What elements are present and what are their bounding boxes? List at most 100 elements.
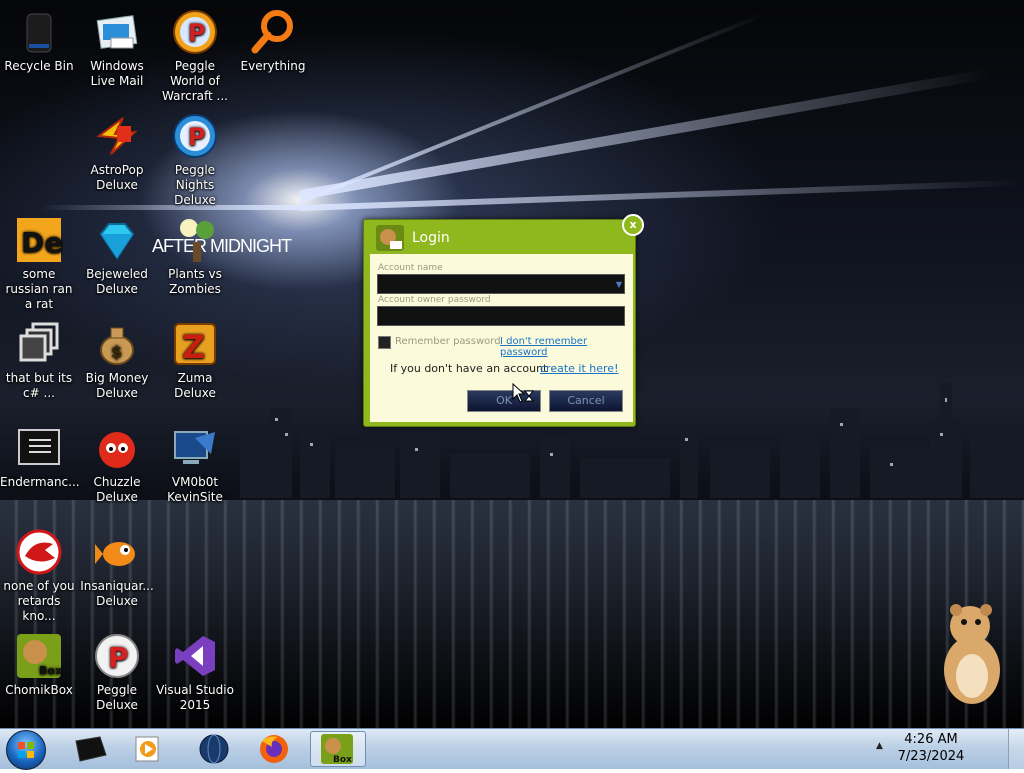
icon-label: Peggle Nights Deluxe: [174, 163, 216, 207]
account-name-input[interactable]: ▼: [377, 274, 625, 294]
account-name-label: Account name: [378, 263, 443, 273]
desktop-icon-vm0b0t-kevinsite[interactable]: VM0b0t KevinSite: [156, 420, 234, 524]
create-account-link[interactable]: create it here!: [540, 362, 618, 375]
taskbar-item-chomikbox[interactable]: Box: [310, 731, 366, 767]
remember-password-label: Remember password: [395, 336, 501, 347]
icon-label: Bejeweled Deluxe: [86, 267, 148, 296]
svg-text:P: P: [188, 19, 206, 47]
icon-label: that but its c# ...: [5, 371, 73, 400]
desktop-icon-endermanc[interactable]: Endermanc...: [0, 420, 80, 524]
desktop-icon-big-money[interactable]: $ Big Money Deluxe: [78, 316, 156, 420]
media-player-icon: [135, 736, 159, 762]
desktop-icon-chomikbox[interactable]: Box ChomikBox: [0, 628, 78, 728]
red-bird-icon: [15, 528, 63, 576]
icon-label: ChomikBox: [5, 683, 73, 697]
desktop-icon-none-of-you[interactable]: none of you retards kno...: [0, 524, 78, 628]
desktop-icon-zuma[interactable]: Z Zuma Deluxe: [156, 316, 234, 420]
no-account-text: If you don't have an account -: [390, 362, 555, 375]
icon-label: AstroPop Deluxe: [90, 163, 144, 192]
cancel-button[interactable]: Cancel: [549, 390, 623, 412]
desktop-icon-recycle-bin[interactable]: Recycle Bin: [0, 4, 78, 108]
visual-studio-icon: [171, 632, 219, 680]
icon-label: Windows Live Mail: [90, 59, 144, 88]
taskbar-item-globe[interactable]: [190, 731, 238, 767]
vm-icon: [171, 424, 219, 472]
astropop-icon: [93, 112, 141, 160]
desktop-icon-insaniquarium[interactable]: Insaniquar... Deluxe: [78, 524, 156, 628]
desktop-icon-peggle-deluxe[interactable]: P Peggle Deluxe: [78, 628, 156, 728]
chevron-down-icon[interactable]: ▼: [616, 280, 622, 289]
chuzzle-icon: [93, 424, 141, 472]
desktop-icon-bejeweled[interactable]: Bejeweled Deluxe: [78, 212, 156, 316]
bejeweled-icon: [93, 216, 141, 264]
login-dialog: Login x Account name ▼ Account owner pas…: [363, 214, 644, 427]
icon-label: Peggle World of Warcraft ...: [162, 59, 228, 103]
svg-text:Box: Box: [39, 664, 62, 677]
firefox-icon: [260, 735, 288, 763]
clock-date: 7/23/2024: [897, 749, 965, 764]
start-button[interactable]: [6, 730, 46, 770]
show-desktop-button[interactable]: [1008, 729, 1024, 769]
desktop-icon-visual-studio[interactable]: Visual Studio 2015: [156, 628, 234, 728]
icon-label: Endermanc...: [0, 475, 80, 489]
chomikbox-icon: [376, 225, 404, 251]
busy-cursor-icon: [512, 383, 534, 403]
copy-windows-icon: [15, 320, 63, 368]
icon-label: Insaniquar... Deluxe: [80, 579, 154, 608]
de-icon: De: [15, 216, 63, 264]
remember-password-checkbox[interactable]: [378, 336, 391, 349]
hamster-mascot: [944, 604, 1000, 704]
svg-text:Z: Z: [182, 328, 205, 366]
taskbar-item-media-player[interactable]: [124, 731, 172, 767]
money-bag-icon: $: [93, 320, 141, 368]
clock[interactable]: 4:26 AM 7/23/2024: [890, 731, 972, 765]
login-form: Account name ▼ Account owner password Re…: [370, 254, 633, 422]
icon-label: Chuzzle Deluxe: [93, 475, 141, 504]
chomikbox-icon: Box: [15, 632, 63, 680]
taskbar-item-black-box[interactable]: [66, 731, 114, 767]
svg-text:$: $: [111, 342, 122, 361]
svg-text:P: P: [108, 641, 129, 674]
svg-text:Box: Box: [333, 755, 352, 765]
zuma-icon: Z: [171, 320, 219, 368]
icon-label: some russian ran a rat: [5, 267, 73, 311]
desktop-icon-peggle-nights[interactable]: P Peggle Nights Deluxe: [156, 108, 234, 212]
icon-label: Peggle Deluxe: [96, 683, 138, 712]
forgot-password-link[interactable]: I don't remember password: [500, 336, 633, 358]
desktop-icon-some-russian-ran-a-rat[interactable]: De some russian ran a rat: [0, 212, 78, 316]
desktop-icon-chuzzle[interactable]: Chuzzle Deluxe: [78, 420, 156, 524]
show-hidden-icons-button[interactable]: ▲: [876, 741, 883, 751]
icon-label: Everything: [240, 59, 306, 73]
desktop-icon-plants-vs-zombies[interactable]: Plants vs Zombies: [156, 212, 234, 316]
taskbar-item-firefox[interactable]: [250, 731, 298, 767]
wallpaper-light-beam: [299, 68, 991, 200]
icon-label: none of you retards kno...: [3, 579, 75, 623]
password-label: Account owner password: [378, 295, 491, 305]
desktop-icon-astropop[interactable]: AstroPop Deluxe: [78, 108, 156, 212]
terminal-icon: [15, 424, 63, 472]
peggle-nights-icon: P: [171, 112, 219, 160]
icon-label: Big Money Deluxe: [85, 371, 149, 400]
icon-label: Recycle Bin: [4, 59, 74, 73]
svg-text:De: De: [21, 226, 63, 259]
desktop-icon-everything[interactable]: Everything: [234, 4, 312, 108]
desktop-icon-windows-live-mail[interactable]: Windows Live Mail: [78, 4, 156, 108]
icon-label: Visual Studio 2015: [156, 683, 234, 712]
clock-time: 4:26 AM: [904, 732, 958, 747]
desktop-icon-that-but-its-csharp[interactable]: that but its c# ...: [0, 316, 78, 420]
icon-label: VM0b0t KevinSite: [167, 475, 223, 504]
wallpaper-light-beam: [299, 12, 765, 204]
icon-label: Plants vs Zombies: [168, 267, 222, 296]
icon-label: Zuma Deluxe: [174, 371, 216, 400]
windows-live-mail-icon: [93, 8, 141, 56]
windows-logo-icon: [18, 742, 34, 758]
taskbar: Box ▲ 4:26 AM 7/23/2024: [0, 728, 1024, 770]
peggle-icon: P: [93, 632, 141, 680]
password-input[interactable]: [377, 306, 625, 326]
plants-vs-zombies-icon: [171, 216, 219, 264]
close-button[interactable]: x: [622, 214, 644, 236]
svg-text:P: P: [188, 123, 206, 151]
desktop-icon-peggle-wow[interactable]: P Peggle World of Warcraft ...: [156, 4, 234, 108]
everything-search-icon: [249, 8, 297, 56]
chomikbox-icon: Box: [321, 734, 353, 765]
